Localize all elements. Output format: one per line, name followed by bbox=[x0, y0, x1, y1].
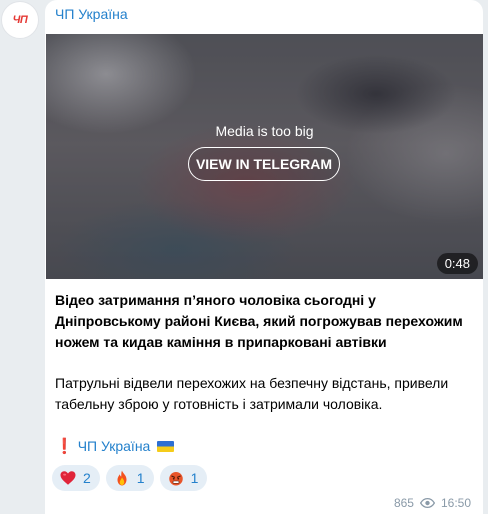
message-bubble: ЧП Україна Media is too big VIEW IN TELE… bbox=[45, 0, 483, 514]
video-preview[interactable]: Media is too big VIEW IN TELEGRAM 0:48 bbox=[46, 34, 483, 279]
channel-name-link[interactable]: ЧП Україна bbox=[55, 6, 128, 22]
message-time: 16:50 bbox=[440, 496, 471, 510]
media-too-big-notice: Media is too big bbox=[215, 123, 314, 139]
fire-icon bbox=[117, 470, 127, 486]
view-count: 865 bbox=[393, 496, 414, 510]
ukraine-flag-icon bbox=[157, 441, 175, 452]
exclamation-icon: ❗ bbox=[55, 438, 74, 455]
reaction-heart[interactable]: 2 bbox=[52, 465, 100, 491]
message-meta: 865 16:50 bbox=[394, 496, 471, 510]
avatar-logo-text: ЧП bbox=[12, 14, 28, 26]
angry-face-icon bbox=[168, 472, 183, 486]
signature-channel-link[interactable]: ЧП Україна bbox=[78, 436, 151, 457]
heart-icon bbox=[60, 471, 76, 485]
eye-icon bbox=[419, 498, 435, 508]
reaction-fire[interactable]: 1 bbox=[105, 465, 154, 491]
message-body: Патрульні відвели перехожих на безпечну … bbox=[55, 375, 449, 412]
view-in-telegram-button[interactable]: VIEW IN TELEGRAM bbox=[188, 147, 340, 181]
reaction-count: 1 bbox=[136, 470, 145, 486]
video-duration-badge: 0:48 bbox=[436, 253, 478, 274]
reaction-angry[interactable]: 1 bbox=[159, 465, 208, 491]
channel-avatar[interactable]: ЧП bbox=[1, 1, 39, 39]
reactions-bar: 2 1 1 bbox=[52, 465, 208, 491]
message-headline: Відео затримання п’яного чоловіка сьогод… bbox=[55, 292, 463, 350]
reaction-count: 1 bbox=[190, 470, 199, 486]
reaction-count: 2 bbox=[83, 470, 91, 486]
message-signature: ❗ ЧП Україна bbox=[55, 436, 175, 457]
